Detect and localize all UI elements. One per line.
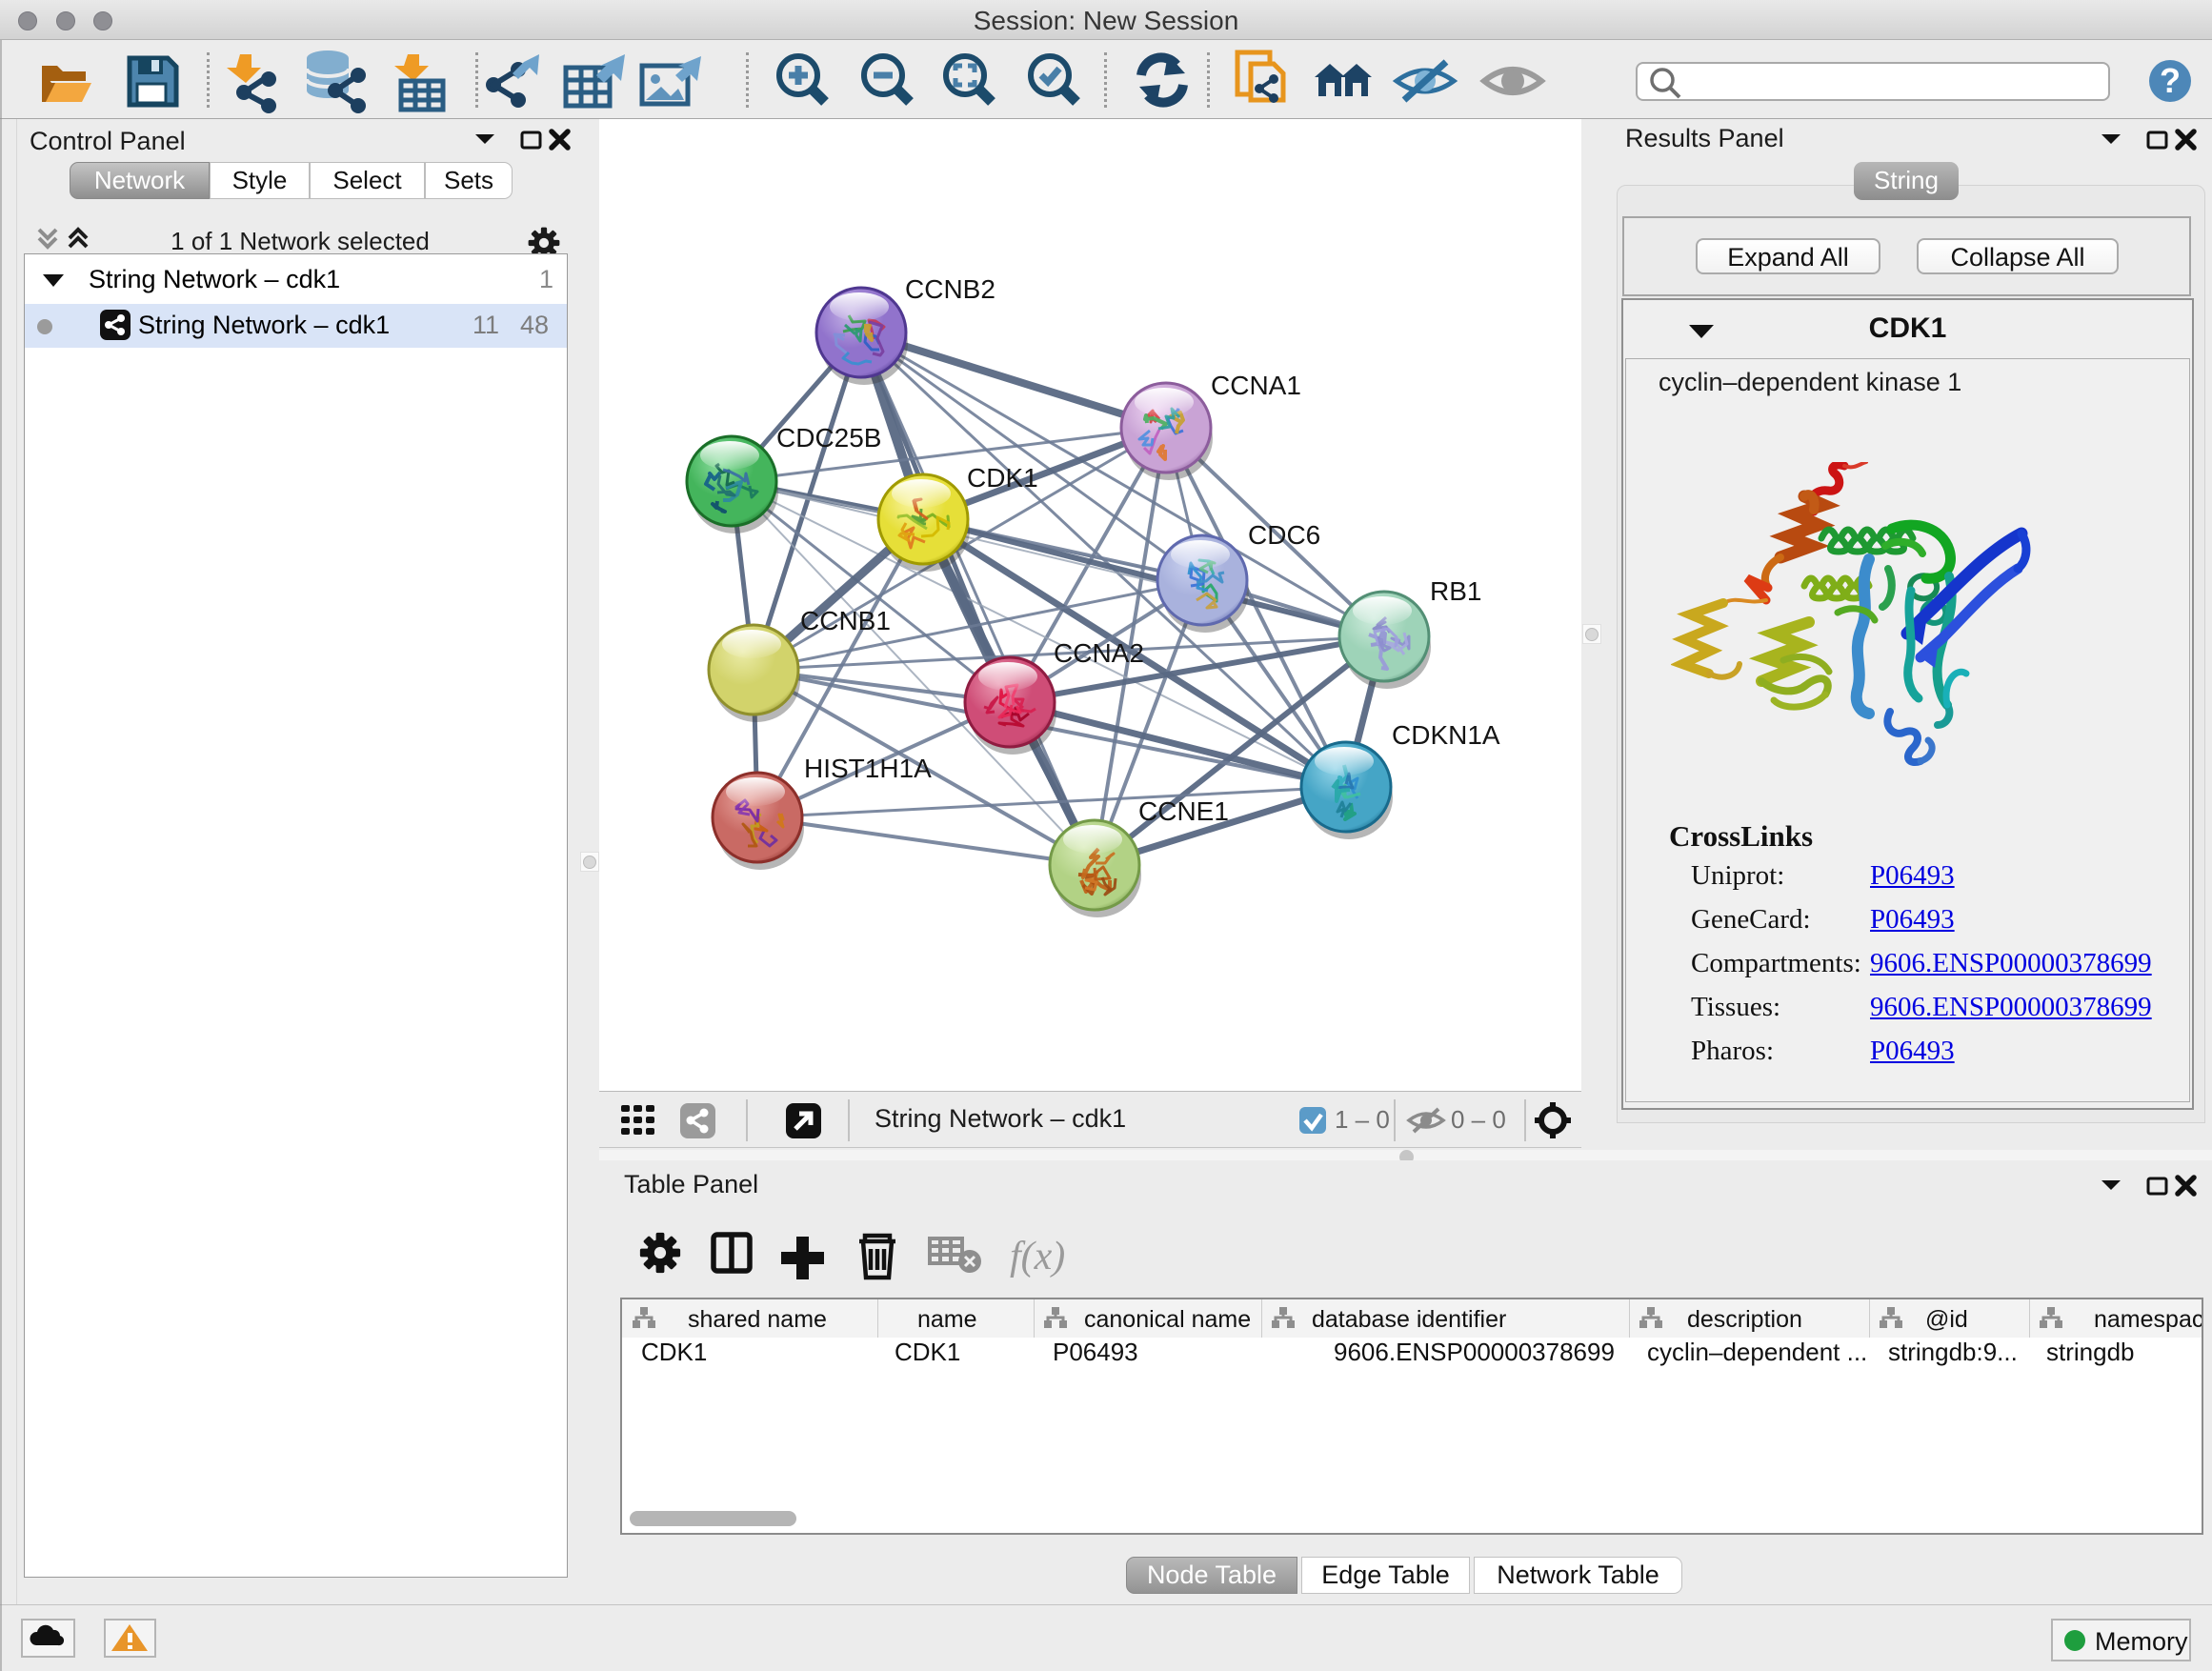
svg-text:description: description xyxy=(1687,1306,1802,1333)
svg-text:CDKN1A: CDKN1A xyxy=(1392,720,1500,750)
svg-text:CDK1: CDK1 xyxy=(967,463,1038,493)
svg-text:name: name xyxy=(917,1306,977,1333)
svg-text:CCNB1: CCNB1 xyxy=(800,606,891,635)
svg-text:CCNA1: CCNA1 xyxy=(1211,371,1301,400)
svg-text:CDC25B: CDC25B xyxy=(776,423,881,453)
svg-text:RB1: RB1 xyxy=(1430,576,1481,606)
svg-text:shared name: shared name xyxy=(688,1306,827,1333)
svg-text:CCNA2: CCNA2 xyxy=(1054,638,1144,668)
svg-text:canonical name: canonical name xyxy=(1084,1306,1251,1333)
svg-text:HIST1H1A: HIST1H1A xyxy=(804,754,932,783)
svg-text:CDC6: CDC6 xyxy=(1248,520,1320,550)
svg-text:database identifier: database identifier xyxy=(1312,1306,1506,1333)
svg-text:CCNE1: CCNE1 xyxy=(1138,796,1229,826)
svg-text:?: ? xyxy=(2160,61,2181,100)
svg-text:CCNB2: CCNB2 xyxy=(905,274,995,304)
svg-text:f(x): f(x) xyxy=(1010,1235,1065,1278)
svg-text:namespace: namespace xyxy=(2094,1306,2203,1333)
svg-text:@id: @id xyxy=(1925,1306,1968,1333)
